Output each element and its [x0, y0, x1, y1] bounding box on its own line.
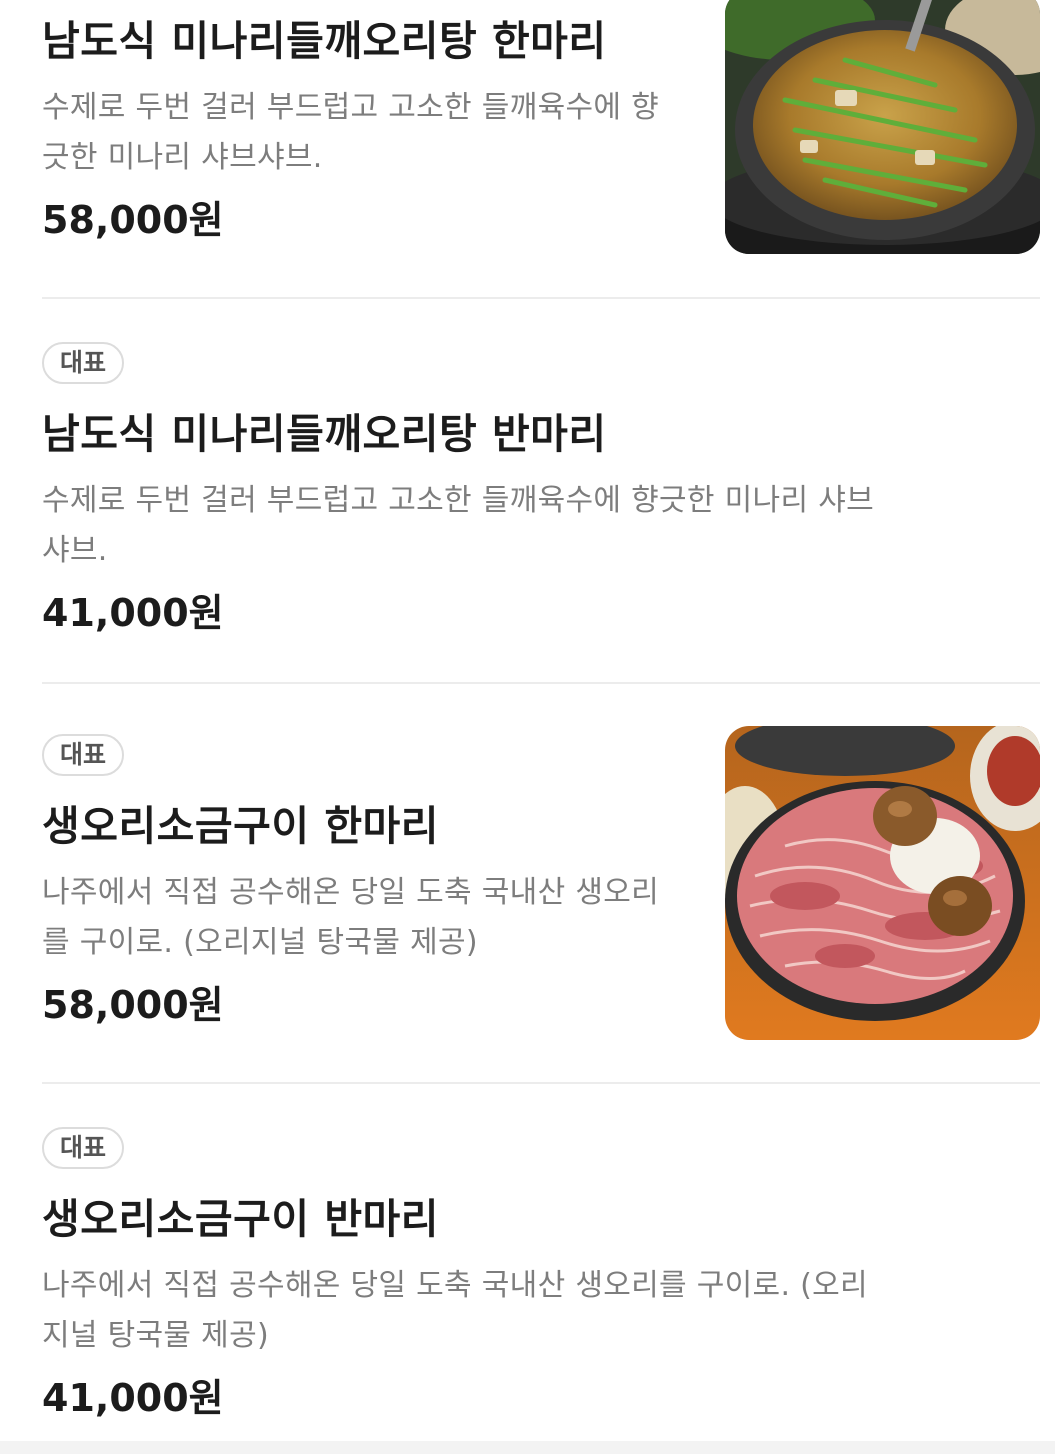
grilled-duck-photo[interactable] [725, 726, 1040, 1040]
menu-item-description: 나주에서 직접 공수해온 당일 도축 국내산 생오리를 구이로. (오리지널 탕… [42, 875, 660, 960]
menu-item-name: 생오리소금구이 반마리 [42, 1195, 439, 1243]
menu-item-description: 수제로 두번 걸러 부드럽고 고소한 들깨육수에 향긋한 미나리 샤브샤브. [42, 90, 660, 175]
menu-item-description: 나주에서 직접 공수해온 당일 도축 국내산 생오리를 구이로. (오리지널 탕… [42, 1268, 868, 1353]
menu-item-name: 남도식 미나리들깨오리탕 한마리 [42, 17, 607, 65]
divider [42, 297, 1040, 299]
bottom-bar [0, 1441, 1055, 1454]
perilla-duck-soup-photo[interactable] [725, 0, 1040, 254]
signature-badge: 대표 [42, 1127, 124, 1169]
menu-item[interactable]: 대표 생오리소금구이 반마리 나주에서 직접 공수해온 당일 도축 국내산 생오… [42, 1123, 1040, 1441]
menu-item-price: 58,000원 [42, 983, 224, 1027]
menu-item-name: 남도식 미나리들깨오리탕 반마리 [42, 410, 607, 458]
menu-item-price: 58,000원 [42, 198, 224, 242]
menu-item[interactable]: 대표 남도식 미나리들깨오리탕 반마리 수제로 두번 걸러 부드럽고 고소한 들… [42, 338, 1040, 682]
menu-item-name: 생오리소금구이 한마리 [42, 802, 439, 850]
menu-item[interactable]: 대표 생오리소금구이 한마리 나주에서 직접 공수해온 당일 도축 국내산 생오… [42, 726, 1040, 1082]
menu-item[interactable]: 남도식 미나리들깨오리탕 한마리 수제로 두번 걸러 부드럽고 고소한 들깨육수… [42, 0, 1040, 297]
signature-badge: 대표 [42, 342, 124, 384]
divider [42, 682, 1040, 684]
signature-badge: 대표 [42, 734, 124, 776]
menu-item-description: 수제로 두번 걸러 부드럽고 고소한 들깨육수에 향긋한 미나리 샤브샤브. [42, 483, 874, 568]
menu-item-price: 41,000원 [42, 1376, 224, 1420]
menu-item-price: 41,000원 [42, 591, 224, 635]
divider [42, 1082, 1040, 1084]
